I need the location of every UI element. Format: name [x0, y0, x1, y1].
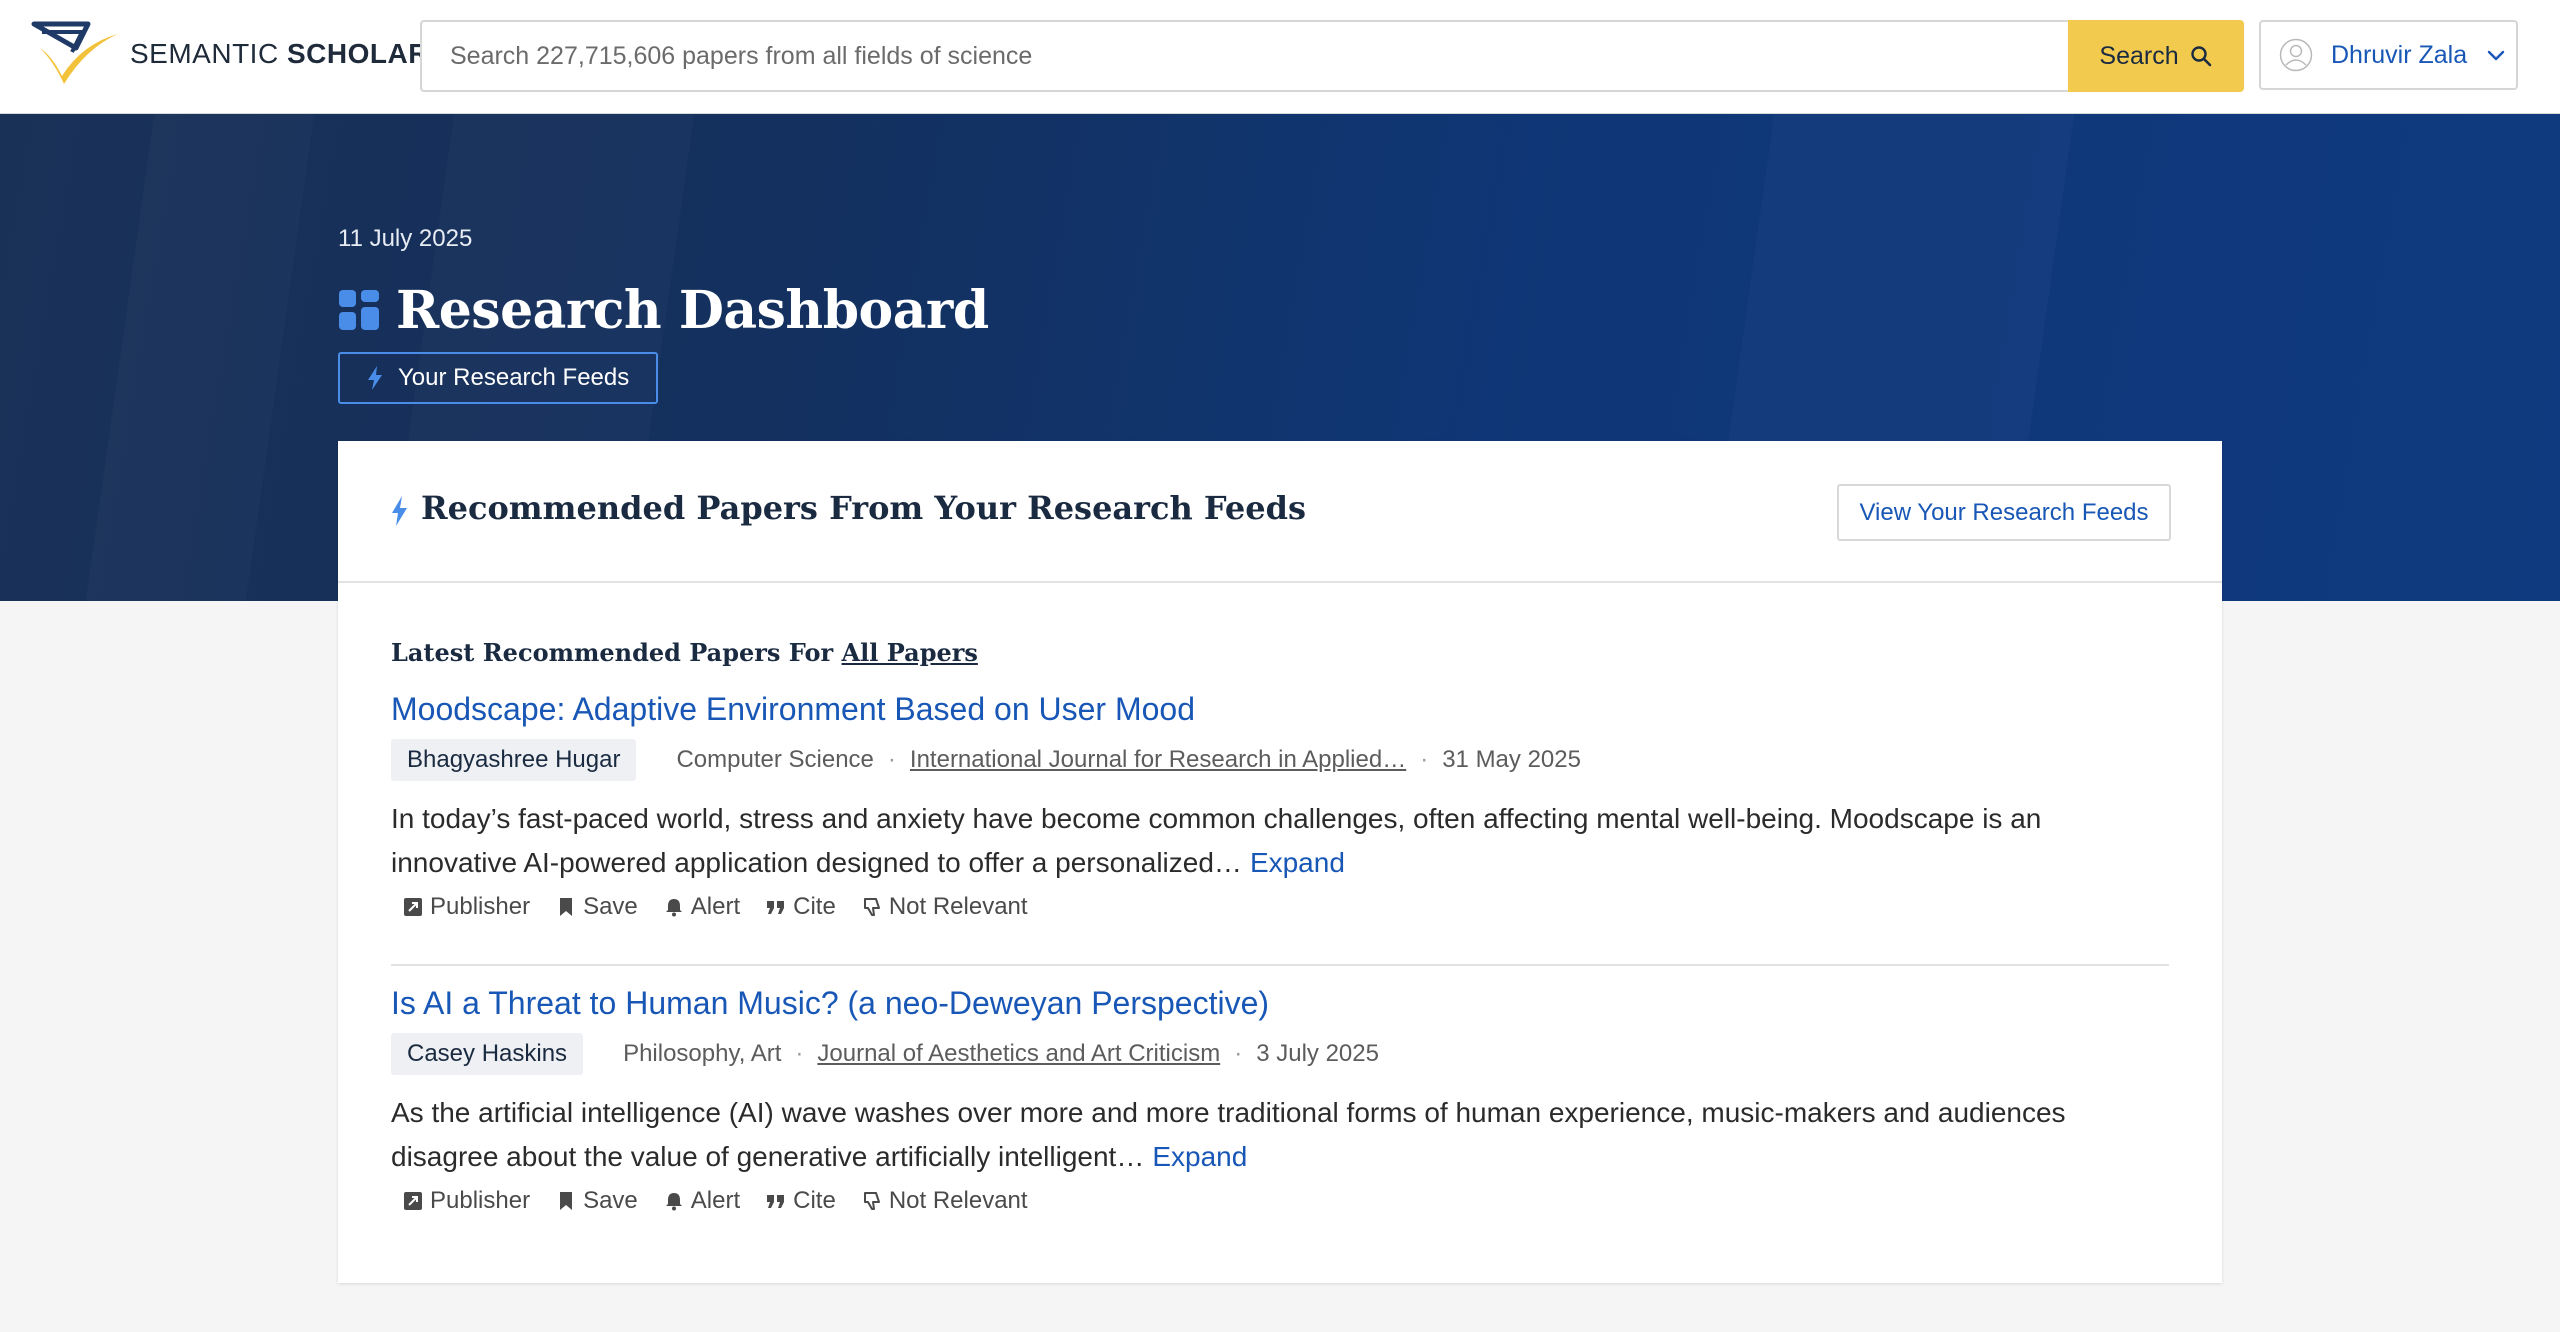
all-papers-link[interactable]: All Papers	[842, 638, 978, 667]
paper-actions: Publisher Save Alert Cite Not Relevant	[403, 893, 1054, 921]
user-menu-button[interactable]: Dhruvir Zala	[2259, 20, 2518, 90]
latest-recommended-heading: Latest Recommended Papers For All Papers	[391, 638, 978, 667]
paper-item: Moodscape: Adaptive Environment Based on…	[391, 691, 2169, 920]
author-chip[interactable]: Bhagyashree Hugar	[391, 739, 637, 781]
paper-field: Philosophy, Art	[623, 1040, 782, 1067]
bell-icon	[665, 899, 682, 917]
logo-mark-icon	[31, 21, 118, 84]
paper-item: Is AI a Threat to Human Music? (a neo-De…	[391, 985, 2169, 1214]
search-input[interactable]	[422, 22, 2068, 90]
paper-title-link[interactable]: Is AI a Threat to Human Music? (a neo-De…	[391, 985, 2169, 1022]
save-button[interactable]: Save	[556, 893, 638, 921]
avatar	[2279, 38, 2313, 72]
semantic-scholar-logo[interactable]: SEMANTIC SCHOLAR	[30, 18, 429, 90]
save-button[interactable]: Save	[556, 1187, 638, 1215]
paper-abstract: In today’s fast-paced world, stress and …	[391, 797, 2169, 885]
search-bar: Search	[420, 20, 2244, 92]
meta-separator: ·	[887, 746, 896, 773]
publication-date: 31 May 2025	[1442, 746, 1581, 773]
paper-divider	[391, 964, 2169, 966]
paper-field: Computer Science	[676, 746, 874, 773]
venue-link[interactable]: Journal of Aesthetics and Art Criticism	[817, 1040, 1220, 1068]
search-button[interactable]: Search	[2068, 20, 2244, 92]
paper-meta: Casey Haskins Philosophy, Art · Journal …	[391, 1033, 1379, 1075]
bolt-icon	[392, 496, 407, 526]
publisher-button[interactable]: Publisher	[403, 893, 530, 921]
cite-button[interactable]: Cite	[766, 893, 836, 921]
thumbs-down-icon	[863, 898, 880, 916]
publisher-label: Publisher	[430, 893, 531, 920]
page-title-text: Research Dashboard	[396, 279, 989, 341]
save-label: Save	[583, 893, 638, 920]
not-relevant-button[interactable]: Not Relevant	[862, 1187, 1028, 1215]
abstract-text: In today’s fast-paced world, stress and …	[391, 803, 2042, 878]
tab-research-feeds[interactable]: Your Research Feeds	[338, 352, 658, 404]
dashboard-date: 11 July 2025	[338, 225, 473, 252]
cite-label: Cite	[793, 1187, 836, 1214]
alert-label: Alert	[690, 1187, 741, 1214]
view-research-feeds-button[interactable]: View Your Research Feeds	[1837, 484, 2171, 541]
cite-label: Cite	[793, 893, 836, 920]
paper-actions: Publisher Save Alert Cite Not Relevant	[403, 1187, 1054, 1215]
search-icon	[2190, 46, 2211, 67]
bookmark-icon	[560, 898, 573, 916]
card-title: Recommended Papers From Your Research Fe…	[421, 489, 1306, 527]
latest-prefix: Latest Recommended Papers For	[391, 638, 834, 667]
meta-separator: ·	[1420, 746, 1429, 773]
venue-link[interactable]: International Journal for Research in Ap…	[910, 746, 1406, 774]
publisher-label: Publisher	[430, 1187, 531, 1214]
save-label: Save	[583, 1187, 638, 1214]
publisher-button[interactable]: Publisher	[403, 1187, 530, 1215]
paper-title-link[interactable]: Moodscape: Adaptive Environment Based on…	[391, 691, 2169, 728]
not-relevant-label: Not Relevant	[888, 893, 1028, 920]
paper-abstract: As the artificial intelligence (AI) wave…	[391, 1091, 2169, 1179]
user-circle-icon	[2279, 38, 2313, 72]
not-relevant-label: Not Relevant	[888, 1187, 1028, 1214]
not-relevant-button[interactable]: Not Relevant	[862, 893, 1028, 921]
paper-meta: Bhagyashree Hugar Computer Science · Int…	[391, 739, 1581, 781]
alert-label: Alert	[690, 893, 741, 920]
author-chip[interactable]: Casey Haskins	[391, 1033, 584, 1075]
user-menu-chevron	[2467, 44, 2507, 66]
external-link-icon	[404, 898, 422, 916]
user-name: Dhruvir Zala	[2331, 40, 2468, 69]
quote-icon	[767, 901, 785, 914]
bookmark-icon	[560, 1192, 573, 1210]
chevron-down-icon	[2487, 50, 2505, 61]
hero-decoration	[86, 114, 314, 601]
thumbs-down-icon	[863, 1192, 880, 1210]
expand-link[interactable]: Expand	[1152, 1141, 1247, 1172]
logo-text-semantic: SEMANTIC	[130, 38, 279, 69]
publication-date: 3 July 2025	[1256, 1040, 1379, 1067]
quote-icon	[767, 1195, 785, 1208]
cite-button[interactable]: Cite	[766, 1187, 836, 1215]
tab-research-feeds-label: Your Research Feeds	[398, 364, 630, 391]
dashboard-grid-icon	[338, 289, 380, 331]
logo-text-scholar: SCHOLAR	[286, 38, 429, 69]
top-navigation-bar: SEMANTIC SCHOLAR Search Dhruvir Zala	[0, 0, 2560, 114]
bell-icon	[665, 1193, 682, 1211]
meta-separator: ·	[795, 1040, 804, 1067]
page-title: Research Dashboard	[338, 270, 989, 350]
recommended-papers-card: Recommended Papers From Your Research Fe…	[338, 441, 2222, 1283]
search-button-label: Search	[2099, 41, 2179, 70]
alert-button[interactable]: Alert	[664, 893, 740, 921]
alert-button[interactable]: Alert	[664, 1187, 740, 1215]
card-header: Recommended Papers From Your Research Fe…	[338, 441, 2222, 583]
expand-link[interactable]: Expand	[1250, 847, 1345, 878]
meta-separator: ·	[1234, 1040, 1243, 1067]
bolt-icon	[368, 366, 382, 390]
external-link-icon	[404, 1192, 422, 1210]
